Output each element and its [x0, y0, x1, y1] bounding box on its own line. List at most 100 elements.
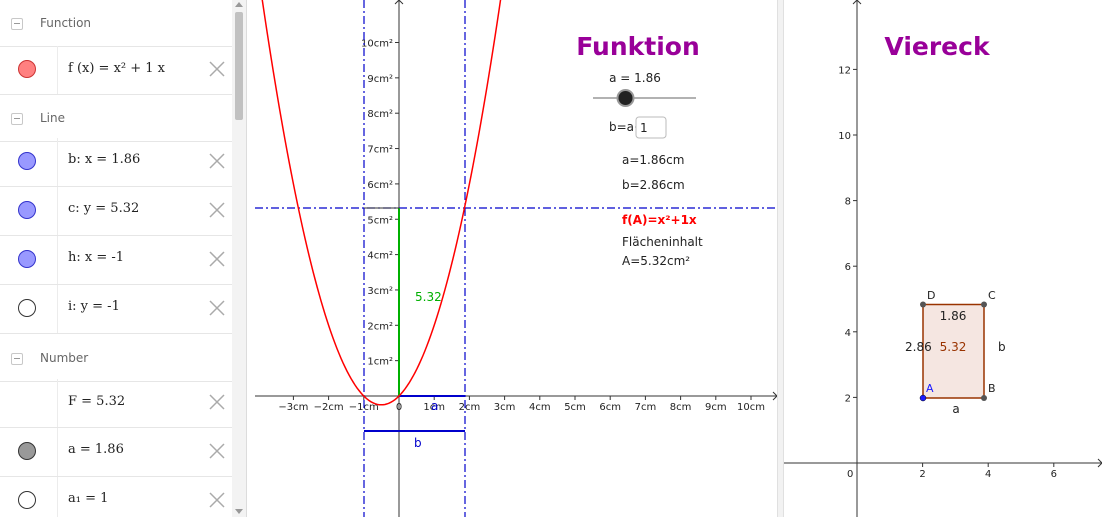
y-tick-label: 6 — [845, 262, 851, 273]
y-tick-label: 12 — [838, 65, 851, 76]
x-tick-label: 3cm — [494, 402, 516, 413]
category-function[interactable]: Function — [0, 0, 232, 47]
collapse-icon[interactable] — [11, 113, 23, 125]
visibility-toggle-icon[interactable] — [18, 152, 36, 170]
delete-icon[interactable] — [206, 58, 228, 80]
area-label: Flächeninhalt — [622, 235, 703, 249]
delete-icon[interactable] — [206, 199, 228, 221]
y-tick-label: 1cm² — [367, 357, 393, 368]
algebra-scrollbar[interactable] — [232, 0, 246, 517]
algebra-expression[interactable]: b: x = 1.86 — [68, 152, 140, 167]
visibility-toggle-icon[interactable] — [18, 201, 36, 219]
point-D[interactable] — [920, 301, 926, 308]
algebra-expression[interactable]: f (x) = x² + 1 x — [68, 61, 165, 76]
side-top-label: 1.86 — [940, 309, 967, 323]
algebra-item-i[interactable]: i: y = -1 — [0, 285, 232, 334]
algebra-item-c[interactable]: c: y = 5.32 — [0, 187, 232, 236]
segment-a-label: a — [431, 399, 438, 413]
category-label: Function — [40, 16, 92, 30]
y-tick-label: 2cm² — [367, 321, 393, 332]
side-left-label: 2.86 — [905, 340, 932, 354]
visibility-toggle-icon[interactable] — [18, 60, 36, 78]
y-tick-label: 7cm² — [367, 145, 393, 156]
area-value: A=5.32cm² — [622, 254, 690, 268]
visibility-toggle-icon[interactable] — [18, 299, 36, 317]
funktion-title: Funktion — [576, 32, 700, 61]
algebra-expression[interactable]: i: y = -1 — [68, 299, 120, 314]
point-A-label: A — [926, 382, 934, 395]
x-tick-label: 7cm — [635, 402, 657, 413]
y-tick-labels: 1cm² 2cm² 3cm² 4cm² 5cm² 6cm² 7cm² 8cm² 9cm² 10cm… — [361, 39, 399, 368]
x-tick-label: 4cm — [529, 402, 551, 413]
algebra-expression[interactable]: c: y = 5.32 — [68, 201, 139, 216]
y-tick-label: 6cm² — [367, 180, 393, 191]
algebra-expression[interactable]: a₁ = 1 — [68, 491, 108, 506]
scroll-down-icon[interactable] — [235, 509, 243, 514]
algebra-view: Function f (x) = x² + 1 x Line b: x = 1.… — [0, 0, 247, 517]
graphics-view-1[interactable]: −3cm−2cm−1cm01cm2cm3cm4cm5cm6cm7cm8cm9cm… — [255, 0, 777, 517]
algebra-expression[interactable]: a = 1.86 — [68, 442, 124, 457]
algebra-item-h[interactable]: h: x = -1 — [0, 236, 232, 285]
x-tick-label: 0 — [396, 402, 402, 413]
delete-icon[interactable] — [206, 440, 228, 462]
x-tick-label: 2cm — [459, 402, 481, 413]
x-tick-label: 10cm — [737, 402, 765, 413]
category-number[interactable]: Number — [0, 335, 232, 382]
delete-icon[interactable] — [206, 489, 228, 511]
viereck-title: Viereck — [884, 32, 991, 61]
point-C-label: C — [988, 289, 996, 302]
algebra-expression[interactable]: h: x = -1 — [68, 250, 124, 265]
x-tick-label: 9cm — [705, 402, 727, 413]
algebra-expression[interactable]: F = 5.32 — [68, 394, 125, 409]
view-divider[interactable] — [777, 0, 784, 517]
y-tick-label: 8 — [845, 197, 851, 208]
point-C[interactable] — [981, 301, 987, 308]
delete-icon[interactable] — [206, 248, 228, 270]
visibility-toggle-icon[interactable] — [18, 250, 36, 268]
y-tick-label: 10cm² — [361, 39, 393, 50]
delete-icon[interactable] — [206, 297, 228, 319]
category-line[interactable]: Line — [0, 95, 232, 142]
scroll-up-icon[interactable] — [235, 2, 243, 7]
x-tick-label: 2 — [919, 469, 925, 480]
x-tick-label: 8cm — [670, 402, 692, 413]
y-tick-label: 5cm² — [367, 215, 393, 226]
collapse-icon[interactable] — [11, 18, 23, 30]
x-tick-label: 6 — [1051, 469, 1057, 480]
scrollbar-thumb[interactable] — [235, 12, 243, 120]
delete-icon[interactable] — [206, 150, 228, 172]
x-tick-label: −2cm — [314, 402, 344, 413]
x-tick-label: 5cm — [564, 402, 586, 413]
y-tick-label: 8cm² — [367, 109, 393, 120]
delete-icon[interactable] — [206, 391, 228, 413]
b-input-value[interactable]: 1 — [640, 121, 648, 135]
a-length-text: a=1.86cm — [622, 153, 684, 167]
y-tick-label: 2 — [845, 393, 851, 404]
category-label: Number — [40, 351, 89, 365]
slider-label: a = 1.86 — [609, 71, 661, 85]
collapse-icon[interactable] — [11, 353, 23, 365]
category-label: Line — [40, 111, 66, 125]
point-A[interactable] — [919, 394, 927, 402]
algebra-item-f[interactable]: f (x) = x² + 1 x — [0, 46, 232, 95]
side-bottom-label: a — [952, 402, 959, 416]
segment-value-label: 5.32 — [415, 290, 442, 304]
x-tick-labels: −3cm−2cm−1cm01cm2cm3cm4cm5cm6cm7cm8cm9cm… — [278, 396, 765, 413]
visibility-toggle-icon[interactable] — [18, 491, 36, 509]
y-tick-label: 9cm² — [367, 74, 393, 85]
y-tick-label: 10 — [838, 131, 851, 142]
graphics-view-2[interactable]: 2 4 6 2 4 6 8 10 12 0 Viereck A B C D 1.86 2.86… — [784, 0, 1102, 517]
algebra-item-F[interactable]: F = 5.32 — [0, 379, 232, 428]
algebra-item-b[interactable]: b: x = 1.86 — [0, 138, 232, 187]
algebra-item-a1[interactable]: a₁ = 1 — [0, 477, 232, 517]
x-tick-labels: 2 4 6 — [919, 463, 1057, 480]
area-label: 5.32 — [940, 340, 967, 354]
y-tick-labels: 2 4 6 8 10 12 — [838, 65, 857, 404]
slider-handle[interactable] — [616, 89, 635, 107]
visibility-toggle-icon[interactable] — [18, 442, 36, 460]
function-curve-f[interactable] — [261, 0, 503, 406]
point-B[interactable] — [981, 395, 987, 401]
segment-b-label: b — [414, 436, 422, 450]
point-D-label: D — [927, 289, 935, 302]
algebra-item-a[interactable]: a = 1.86 — [0, 428, 232, 477]
